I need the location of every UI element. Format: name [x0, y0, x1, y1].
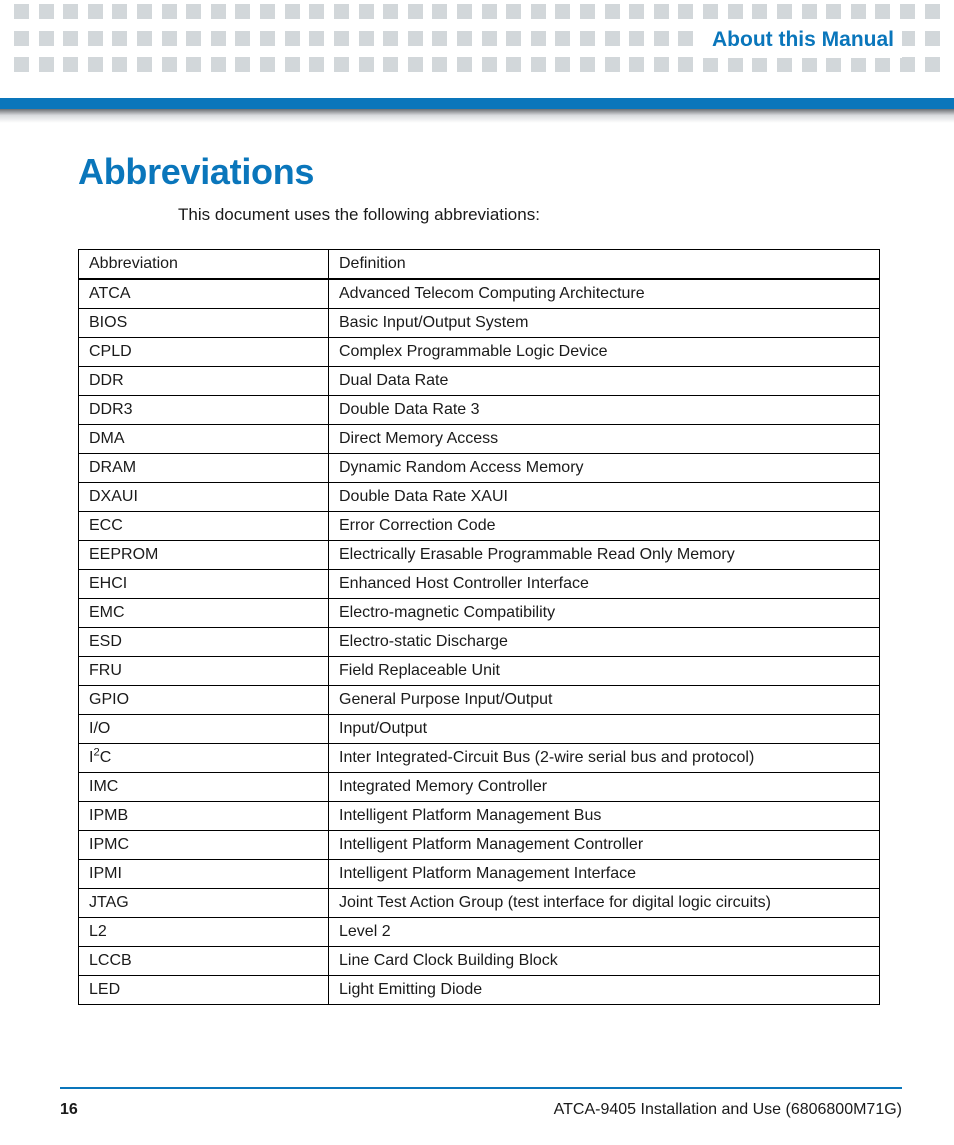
table-cell-def: Direct Memory Access [329, 425, 880, 454]
table-row: DDRDual Data Rate [79, 367, 880, 396]
table-cell-abbr: ECC [79, 512, 329, 541]
table-row: ESDElectro-static Discharge [79, 628, 880, 657]
table-cell-def: General Purpose Input/Output [329, 686, 880, 715]
table-cell-def: Electro-magnetic Compatibility [329, 599, 880, 628]
table-cell-abbr: DXAUI [79, 483, 329, 512]
table-cell-abbr: FRU [79, 657, 329, 686]
table-row: EEPROMElectrically Erasable Programmable… [79, 541, 880, 570]
table-cell-def: Field Replaceable Unit [329, 657, 880, 686]
table-header-row: Abbreviation Definition [79, 250, 880, 280]
table-cell-def: Integrated Memory Controller [329, 773, 880, 802]
table-row: IPMIIntelligent Platform Management Inte… [79, 860, 880, 889]
table-cell-def: Level 2 [329, 918, 880, 947]
section-heading: Abbreviations [78, 151, 954, 193]
table-cell-abbr: IPMC [79, 831, 329, 860]
table-row: EHCIEnhanced Host Controller Interface [79, 570, 880, 599]
table-row: DRAMDynamic Random Access Memory [79, 454, 880, 483]
table-row: I2CInter Integrated-Circuit Bus (2-wire … [79, 744, 880, 773]
table-cell-abbr: L2 [79, 918, 329, 947]
table-cell-abbr: DDR [79, 367, 329, 396]
table-cell-def: Intelligent Platform Management Controll… [329, 831, 880, 860]
table-row: GPIOGeneral Purpose Input/Output [79, 686, 880, 715]
table-cell-abbr: IMC [79, 773, 329, 802]
table-row: L2Level 2 [79, 918, 880, 947]
table-row: EMCElectro-magnetic Compatibility [79, 599, 880, 628]
table-cell-def: Electrically Erasable Programmable Read … [329, 541, 880, 570]
table-cell-def: Advanced Telecom Computing Architecture [329, 279, 880, 309]
table-cell-def: Basic Input/Output System [329, 309, 880, 338]
table-cell-abbr: EMC [79, 599, 329, 628]
table-row: FRUField Replaceable Unit [79, 657, 880, 686]
table-cell-def: Dynamic Random Access Memory [329, 454, 880, 483]
table-row: IMCIntegrated Memory Controller [79, 773, 880, 802]
table-row: ECCError Correction Code [79, 512, 880, 541]
table-row: BIOSBasic Input/Output System [79, 309, 880, 338]
table-row: LEDLight Emitting Diode [79, 976, 880, 1005]
table-row: DXAUIDouble Data Rate XAUI [79, 483, 880, 512]
table-row: IPMBIntelligent Platform Management Bus [79, 802, 880, 831]
table-row: LCCBLine Card Clock Building Block [79, 947, 880, 976]
table-row: CPLDComplex Programmable Logic Device [79, 338, 880, 367]
table-cell-abbr: BIOS [79, 309, 329, 338]
table-cell-abbr: ATCA [79, 279, 329, 309]
footer-page-number: 16 [60, 1101, 78, 1119]
footer: 16 ATCA-9405 Installation and Use (68068… [60, 1101, 902, 1119]
table-header-abbr: Abbreviation [79, 250, 329, 280]
footer-rule [60, 1087, 902, 1089]
table-cell-def: Light Emitting Diode [329, 976, 880, 1005]
table-cell-abbr: ESD [79, 628, 329, 657]
abbreviations-table: Abbreviation Definition ATCAAdvanced Tel… [78, 249, 880, 1005]
table-header-def: Definition [329, 250, 880, 280]
table-cell-abbr: DDR3 [79, 396, 329, 425]
table-cell-def: Inter Integrated-Circuit Bus (2-wire ser… [329, 744, 880, 773]
table-cell-abbr: LCCB [79, 947, 329, 976]
table-cell-def: Intelligent Platform Management Bus [329, 802, 880, 831]
table-row: ATCAAdvanced Telecom Computing Architect… [79, 279, 880, 309]
table-cell-def: Complex Programmable Logic Device [329, 338, 880, 367]
table-cell-abbr: EEPROM [79, 541, 329, 570]
table-cell-abbr: GPIO [79, 686, 329, 715]
table-cell-def: Dual Data Rate [329, 367, 880, 396]
table-cell-abbr: JTAG [79, 889, 329, 918]
table-cell-def: Double Data Rate 3 [329, 396, 880, 425]
header-gray-divider [0, 109, 954, 123]
table-cell-def: Electro-static Discharge [329, 628, 880, 657]
table-row: I/OInput/Output [79, 715, 880, 744]
table-cell-def: Input/Output [329, 715, 880, 744]
table-cell-abbr: I2C [79, 744, 329, 773]
table-cell-abbr: DRAM [79, 454, 329, 483]
table-cell-def: Intelligent Platform Management Interfac… [329, 860, 880, 889]
table-body: ATCAAdvanced Telecom Computing Architect… [79, 279, 880, 1005]
table-row: DMADirect Memory Access [79, 425, 880, 454]
table-row: JTAGJoint Test Action Group (test interf… [79, 889, 880, 918]
table-row: DDR3Double Data Rate 3 [79, 396, 880, 425]
table-cell-def: Joint Test Action Group (test interface … [329, 889, 880, 918]
table-cell-abbr: IPMI [79, 860, 329, 889]
table-cell-abbr: I/O [79, 715, 329, 744]
table-cell-def: Enhanced Host Controller Interface [329, 570, 880, 599]
table-cell-def: Line Card Clock Building Block [329, 947, 880, 976]
table-row: IPMCIntelligent Platform Management Cont… [79, 831, 880, 860]
footer-doc-title: ATCA-9405 Installation and Use (6806800M… [554, 1101, 902, 1119]
table-cell-def: Error Correction Code [329, 512, 880, 541]
section-intro: This document uses the following abbrevi… [178, 205, 954, 225]
table-cell-abbr: EHCI [79, 570, 329, 599]
table-cell-abbr: LED [79, 976, 329, 1005]
header-blue-bar [0, 98, 954, 109]
table-cell-abbr: DMA [79, 425, 329, 454]
table-cell-abbr: IPMB [79, 802, 329, 831]
header-section-title: About this Manual [694, 22, 902, 58]
table-cell-abbr: CPLD [79, 338, 329, 367]
table-cell-def: Double Data Rate XAUI [329, 483, 880, 512]
